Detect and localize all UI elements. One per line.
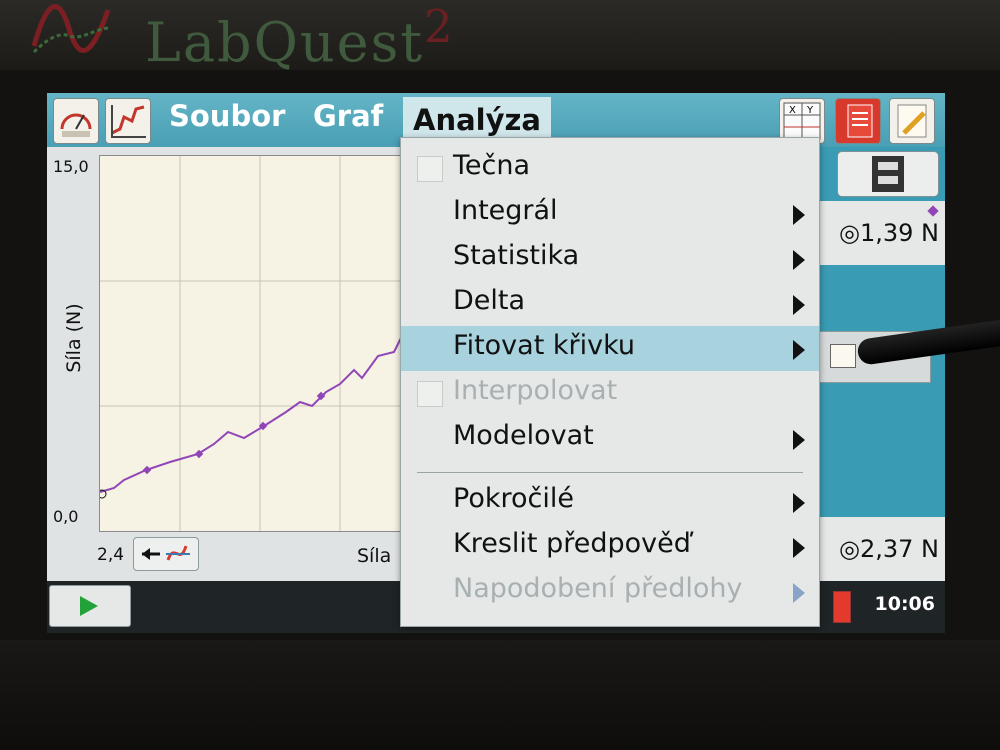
meter-2-value: ◎2,37 N [839, 535, 939, 563]
meter-2[interactable]: ◎2,37 N [817, 517, 945, 581]
start-collection-button[interactable] [49, 585, 131, 627]
meter-panel: ◎1,39 N ◎2,37 N [817, 147, 945, 581]
y-axis-label[interactable]: Síla (N) [63, 293, 85, 383]
meter-1[interactable]: ◎1,39 N [817, 201, 945, 265]
notes-pencil-icon[interactable] [889, 98, 935, 144]
svg-text:Y: Y [806, 105, 814, 116]
menu-item-interpolovat[interactable]: Interpolovat [401, 371, 819, 416]
data-storage-button[interactable] [837, 151, 939, 197]
menu-item-label: Kreslit předpověď [453, 528, 691, 559]
menu-graf[interactable]: Graf [313, 99, 383, 133]
menu-item-label: Statistika [453, 240, 580, 271]
menu-item-integral[interactable]: Integrál [401, 191, 819, 236]
submenu-arrow-icon [793, 205, 805, 225]
interpolovat-checkbox[interactable] [417, 381, 443, 407]
x-axis-min: 2,4 [97, 545, 125, 565]
meter-1-value: ◎1,39 N [839, 219, 939, 247]
brand-suffix: 2 [424, 0, 455, 53]
submenu-arrow-icon [793, 340, 805, 360]
screen: Soubor Graf Analýza X Y 15,0 0,0 Síla (N… [47, 93, 945, 633]
graph-scroll-button[interactable] [133, 537, 199, 571]
data-point [142, 465, 152, 475]
labquest-logo [31, 4, 111, 54]
submenu-arrow-icon [793, 583, 805, 603]
menu-item-kreslit-predpoved[interactable]: Kreslit předpověď [401, 524, 819, 569]
meter-mode-icon[interactable] [53, 98, 99, 144]
play-icon [80, 596, 98, 616]
menu-item-label: Modelovat [453, 420, 594, 451]
menu-item-label: Pokročilé [453, 483, 574, 514]
menu-item-tecna[interactable]: Tečna [401, 146, 819, 191]
graph-mode-icon[interactable] [105, 98, 151, 144]
battery-icon [833, 591, 851, 623]
device-top-bezel: LabQuest2 [0, 0, 1000, 74]
menu-item-pokrocile[interactable]: Pokročilé [401, 479, 819, 524]
menu-item-label: Tečna [453, 150, 531, 181]
menu-item-delta[interactable]: Delta [401, 281, 819, 326]
menu-item-label: Delta [453, 285, 526, 316]
menu-item-statistika[interactable]: Statistika [401, 236, 819, 281]
submenu-arrow-icon [793, 493, 805, 513]
clock: 10:06 [874, 593, 935, 615]
graph-plot[interactable] [97, 155, 411, 532]
graph-area: 15,0 0,0 Síla (N) 2,4 Síla [47, 147, 447, 581]
menu-item-napodobeni-predlohy[interactable]: Napodobení předlohy [401, 569, 819, 614]
device-brand: LabQuest2 [145, 0, 455, 74]
menu-separator [417, 472, 803, 473]
submenu-arrow-icon [793, 430, 805, 450]
svg-text:X: X [789, 105, 796, 116]
x-axis-label[interactable]: Síla [357, 545, 391, 567]
device-bottom-bezel [0, 640, 1000, 750]
submenu-arrow-icon [793, 538, 805, 558]
y-axis-max: 15,0 [53, 157, 89, 176]
submenu-arrow-icon [793, 295, 805, 315]
curve-fit-checkbox[interactable] [830, 344, 856, 368]
menu-item-label: Interpolovat [453, 375, 618, 406]
menu-soubor[interactable]: Soubor [169, 99, 285, 133]
menu-item-label: Integrál [453, 195, 558, 226]
menu-item-label: Fitovat křivku [453, 330, 635, 361]
series-marker-icon [927, 205, 939, 217]
menu-item-label: Napodobení předlohy [453, 573, 743, 604]
analyza-dropdown-menu: Tečna Integrál Statistika Delta Fitovat … [400, 137, 820, 627]
menu-item-fitovat-krivku[interactable]: Fitovat křivku [401, 326, 819, 371]
notebook-icon[interactable] [835, 98, 881, 144]
tecna-checkbox[interactable] [417, 156, 443, 182]
brand-name: LabQuest [145, 11, 425, 74]
menu-item-modelovat[interactable]: Modelovat [401, 416, 819, 461]
submenu-arrow-icon [793, 250, 805, 270]
y-axis-min: 0,0 [53, 507, 79, 526]
